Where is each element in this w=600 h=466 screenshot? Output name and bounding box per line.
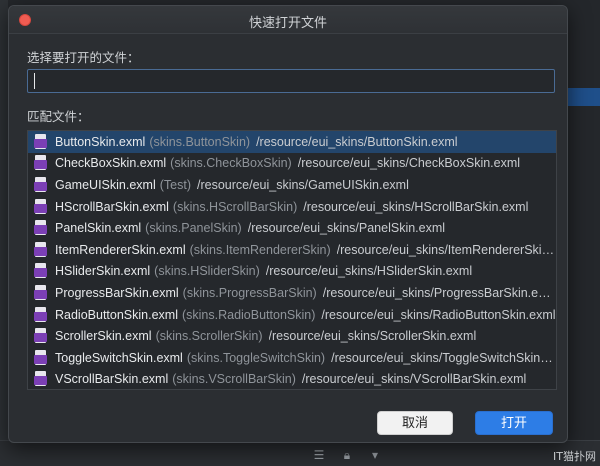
file-list-item[interactable]: ProgressBarSkin.exml (skins.ProgressBarSk… — [28, 282, 556, 304]
file-list-item[interactable]: HSliderSkin.exml (skins.HSliderSkin) /reso… — [28, 261, 556, 283]
dialog-title: 快速打开文件 — [248, 15, 327, 30]
watermark-text: IT猫扑网 — [553, 450, 596, 463]
dialog-titlebar: 快速打开文件 — [9, 6, 567, 34]
exml-file-icon — [34, 155, 48, 171]
file-name: ScrollerSkin.exml — [55, 329, 152, 344]
file-path: /resource/eui_skins/VScrollBarSkin.exml — [301, 372, 527, 387]
file-list-item[interactable]: GameUISkin.exml (Test) /resource/eui_skins… — [28, 174, 556, 196]
select-file-label: 选择要打开的文件： — [27, 51, 140, 65]
align-icon[interactable]: ☰ — [312, 448, 326, 462]
exml-file-icon — [34, 176, 48, 193]
file-list-item[interactable]: VScrollBarSkin.exml (skins.VScrollBarSkin… — [28, 369, 556, 389]
status-bar-icons: ☰ 🔒︎ ▾ — [312, 448, 382, 462]
file-path: /resource/eui_skins/RadioButtonSkin.exml — [321, 307, 556, 322]
file-class-name: (skins.ScrollerSkin) — [155, 329, 263, 344]
file-name: PanelSkin.exml — [55, 221, 142, 236]
exml-file-icon — [34, 349, 48, 366]
file-path: /resource/eui_skins/ProgressBarSkin.exml — [322, 285, 556, 300]
file-list-item[interactable]: PanelSkin.exml (skins.PanelSkin) /resource… — [28, 217, 556, 239]
file-path: /resource/eui_skins/ItemRendererSkin.e..… — [336, 242, 556, 257]
text-caret — [34, 73, 35, 89]
exml-file-icon — [34, 263, 48, 279]
file-path: /resource/eui_skins/HScrollBarSkin.exml — [303, 199, 529, 214]
file-name: ProgressBarSkin.exml — [55, 285, 179, 300]
file-path: /resource/eui_skins/ButtonSkin.exml — [256, 134, 458, 149]
background-status-bar: ☰ 🔒︎ ▾ — [0, 440, 600, 466]
file-name: HScrollBarSkin.exml — [55, 199, 169, 214]
file-class-name: (skins.PanelSkin) — [145, 221, 242, 236]
file-list-item[interactable]: ItemRendererSkin.exml (skins.ItemRenderer… — [28, 239, 556, 261]
file-name: GameUISkin.exml — [55, 177, 156, 192]
file-list-item[interactable]: ButtonSkin.exml (skins.ButtonSkin) /resour… — [28, 131, 556, 153]
file-name: CheckBoxSkin.exml — [55, 156, 167, 171]
exml-file-icon — [34, 133, 48, 150]
file-path: /resource/eui_skins/GameUISkin.exml — [196, 177, 409, 192]
file-class-name: (skins.ProgressBarSkin) — [182, 285, 317, 300]
file-class-name: (skins.CheckBoxSkin) — [170, 156, 292, 171]
file-class-name: (skins.ButtonSkin) — [149, 134, 251, 149]
matched-files-label: 匹配文件： — [27, 110, 90, 124]
exml-file-icon — [34, 220, 48, 236]
file-list-item[interactable]: RadioButtonSkin.exml (skins.RadioButtonSk… — [28, 304, 556, 326]
exml-file-icon — [34, 328, 48, 344]
file-list-item[interactable]: ToggleSwitchSkin.exml (skins.ToggleSwitch… — [28, 347, 556, 369]
exml-file-icon — [34, 241, 48, 258]
file-search-input[interactable] — [27, 69, 555, 93]
file-list-item[interactable]: ScrollerSkin.exml (skins.ScrollerSkin) /re… — [28, 325, 556, 347]
file-class-name: (Test) — [159, 177, 191, 192]
file-class-name: (skins.ToggleSwitchSkin) — [186, 350, 326, 365]
matched-files-list[interactable]: ButtonSkin.exml (skins.ButtonSkin) /resour… — [27, 130, 557, 390]
exml-file-icon — [34, 284, 48, 301]
open-button[interactable]: 打开 — [475, 411, 553, 435]
exml-file-icon — [34, 198, 48, 215]
file-class-name: (skins.HSliderSkin) — [154, 264, 260, 279]
file-list-item[interactable]: CheckBoxSkin.exml (skins.CheckBoxSkin) /re… — [28, 153, 556, 175]
cancel-button[interactable]: 取消 — [377, 411, 453, 435]
file-path: /resource/eui_skins/PanelSkin.exml — [247, 221, 446, 236]
file-class-name: (skins.RadioButtonSkin) — [181, 307, 316, 322]
file-name: ButtonSkin.exml — [55, 134, 146, 149]
dropdown-arrow-icon[interactable]: ▾ — [368, 448, 382, 462]
file-name: ToggleSwitchSkin.exml — [55, 350, 183, 365]
exml-file-icon — [34, 306, 48, 323]
background-selection-strip — [566, 88, 600, 106]
exml-file-icon — [34, 371, 48, 387]
file-list-item[interactable]: HScrollBarSkin.exml (skins.HScrollBarSkin… — [28, 196, 556, 218]
file-name: RadioButtonSkin.exml — [55, 307, 178, 322]
background-left-bar — [0, 0, 8, 466]
file-name: ItemRendererSkin.exml — [55, 242, 186, 257]
file-path: /resource/eui_skins/HSliderSkin.exml — [265, 264, 473, 279]
file-path: /resource/eui_skins/CheckBoxSkin.exml — [297, 156, 521, 171]
file-name: HSliderSkin.exml — [55, 264, 151, 279]
file-path: /resource/eui_skins/ScrollerSkin.exml — [268, 329, 477, 344]
lock-icon[interactable]: 🔒︎ — [340, 448, 354, 462]
file-name: VScrollBarSkin.exml — [55, 372, 169, 387]
file-path: /resource/eui_skins/ToggleSwitchSkin.e..… — [331, 350, 556, 365]
quick-open-dialog: 快速打开文件 选择要打开的文件： 匹配文件： ButtonSkin.exml (s… — [8, 5, 568, 443]
file-class-name: (skins.ItemRendererSkin) — [189, 242, 331, 257]
file-class-name: (skins.HScrollBarSkin) — [172, 199, 298, 214]
file-class-name: (skins.VScrollBarSkin) — [172, 372, 296, 387]
